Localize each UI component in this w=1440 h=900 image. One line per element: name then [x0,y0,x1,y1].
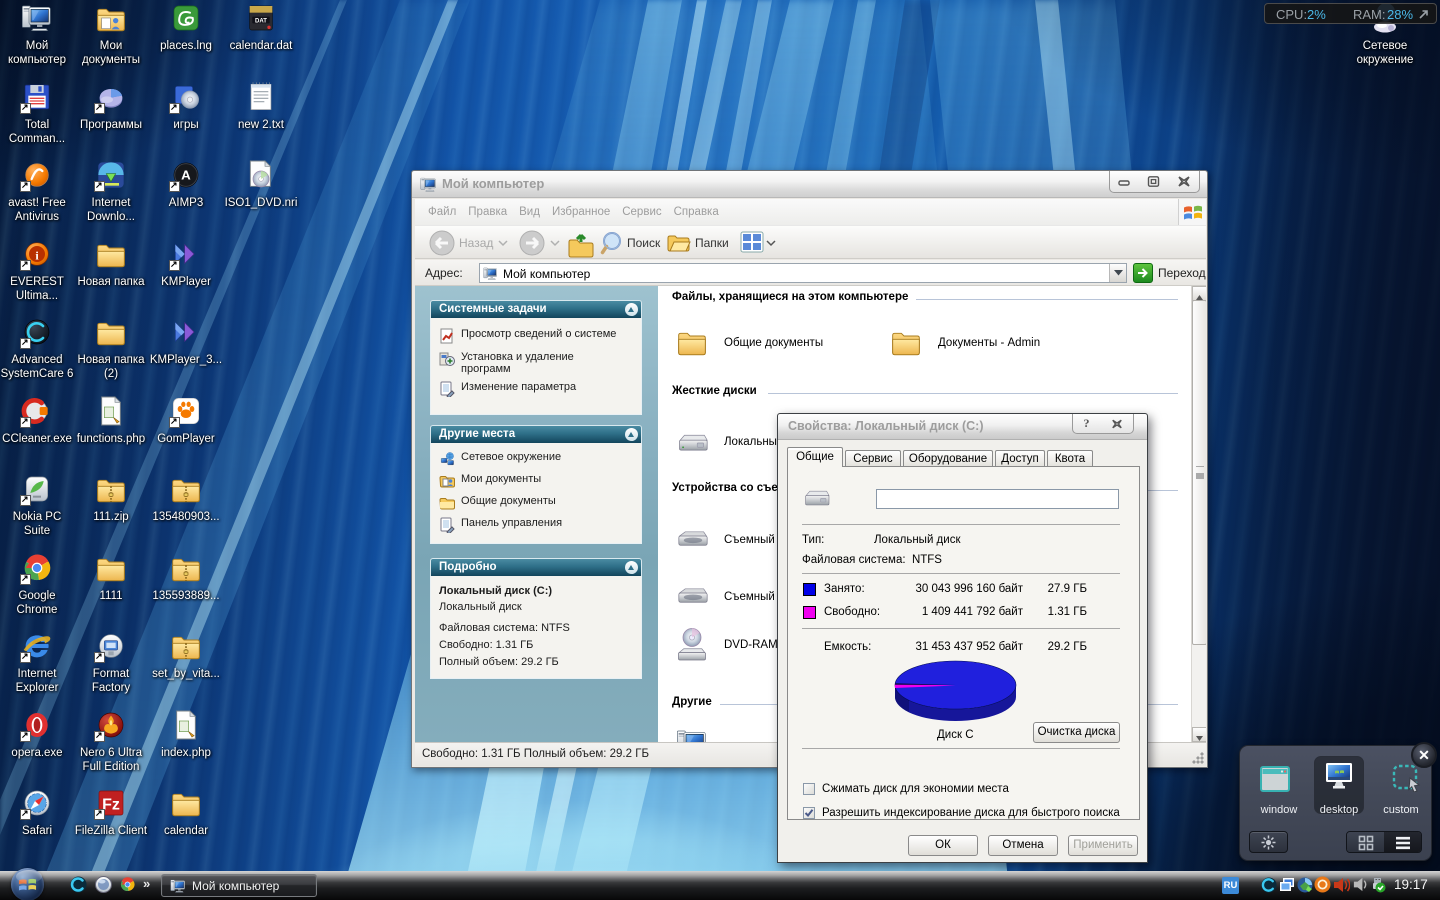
svg-text:Папки: Папки [695,236,729,250]
svg-text:Назад: Назад [459,236,493,250]
svg-text:Поиск: Поиск [627,236,661,250]
